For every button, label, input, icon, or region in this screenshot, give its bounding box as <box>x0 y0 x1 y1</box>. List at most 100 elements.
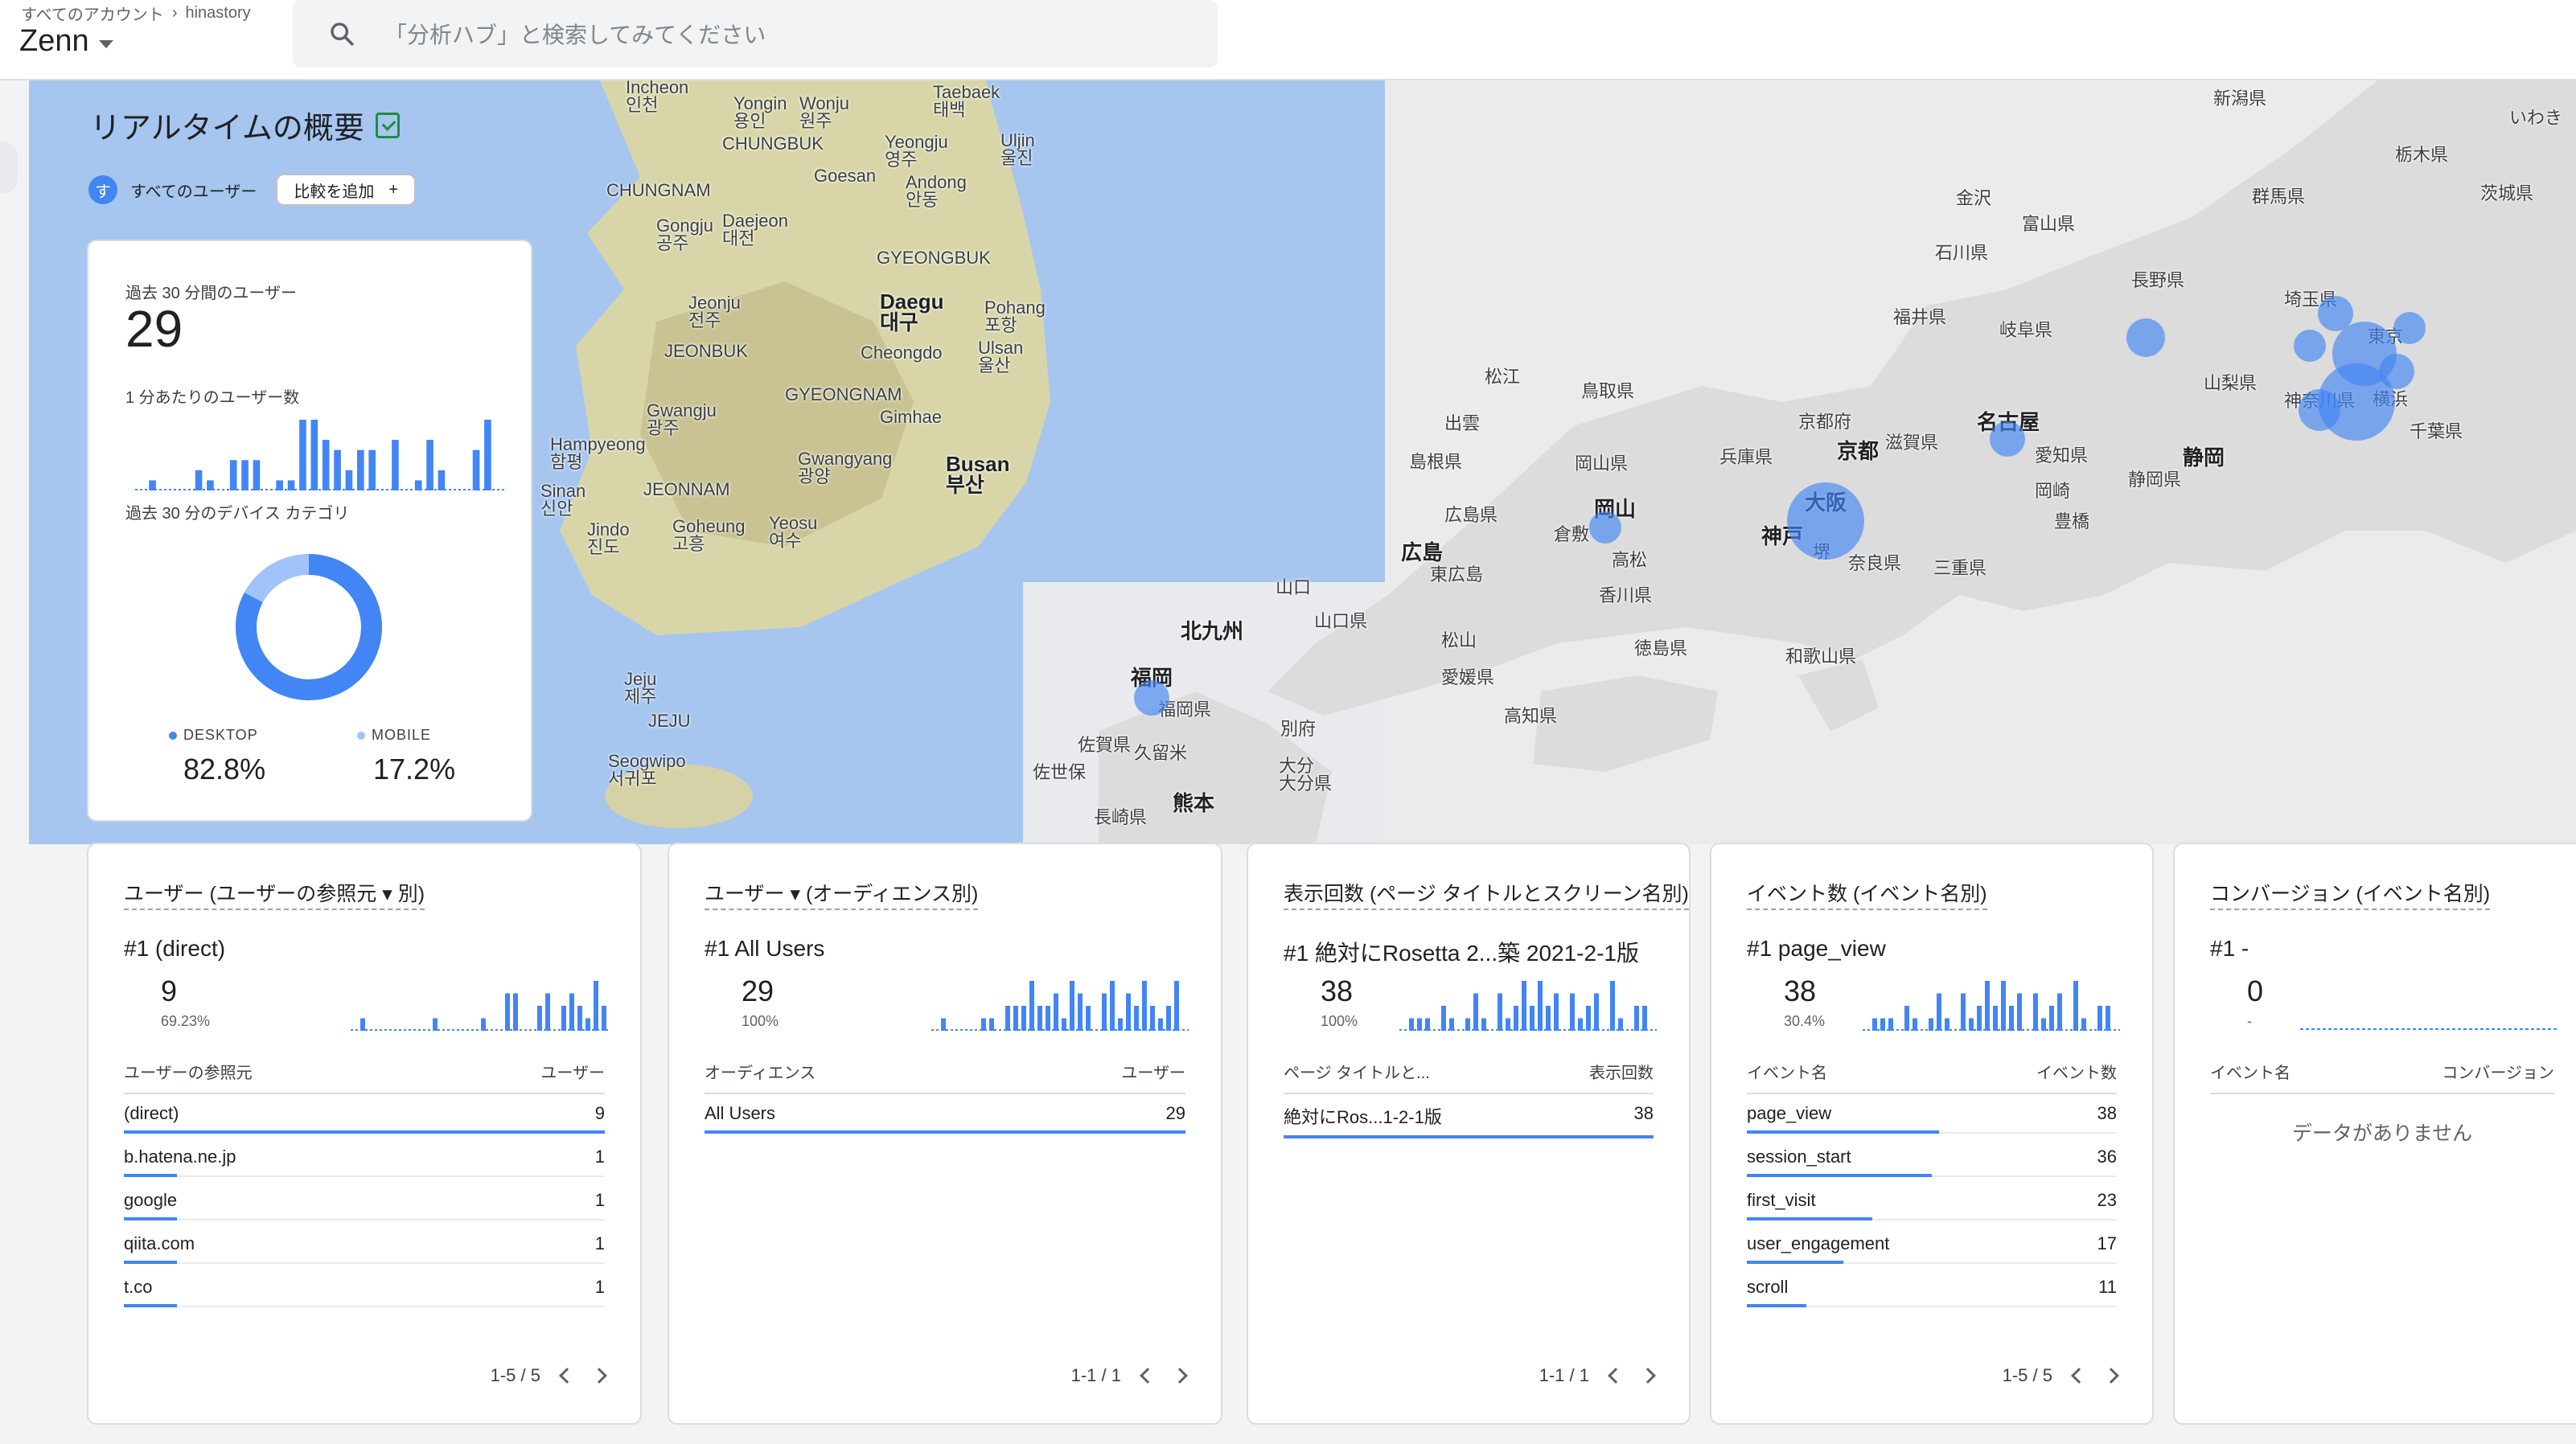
card-top-value: 29 <box>742 974 774 1007</box>
row-value: 29 <box>1165 1103 1185 1123</box>
map-place-label: Yeosu 여수 <box>769 513 818 551</box>
sparkline-bar <box>253 460 261 490</box>
sparkline-bar <box>1110 981 1115 1031</box>
table-row[interactable]: scroll 11 <box>1747 1277 2117 1307</box>
map-place-label: CHUNGNAM <box>606 180 711 200</box>
table-row[interactable]: first_visit 23 <box>1747 1190 2117 1220</box>
map-place-label: 山梨県 <box>2204 373 2258 393</box>
chevron-left-icon[interactable] <box>1140 1368 1156 1384</box>
table-row[interactable]: session_start 36 <box>1747 1147 2117 1177</box>
card-sparkline <box>351 981 608 1031</box>
page-title: リアルタイムの概要 <box>90 103 400 147</box>
map-place-label: Goesan <box>814 166 877 186</box>
card-top-value: 38 <box>1321 974 1354 1007</box>
row-share-bar <box>1747 1261 1843 1264</box>
table-row[interactable]: t.co 1 <box>124 1277 605 1307</box>
map-user-bubble[interactable] <box>2294 330 2326 362</box>
map-user-bubble[interactable] <box>1134 680 1169 716</box>
breadcrumb[interactable]: すべてのアカウント › hinastory <box>21 2 251 25</box>
sparkline-bar <box>149 480 156 490</box>
card-title[interactable]: イベント数 (イベント名別) <box>1747 878 1987 910</box>
sparkline-bar <box>1102 993 1107 1031</box>
map-place-label: 島根県 <box>1409 452 1463 472</box>
sparkline-bar <box>941 1018 946 1031</box>
card-title[interactable]: ユーザー ▾ (オーディエンス別) <box>705 878 979 910</box>
chevron-right-icon[interactable] <box>2103 1368 2119 1384</box>
map-place-label: Incheon 인천 <box>626 80 689 115</box>
table-row[interactable]: All Users 29 <box>705 1103 1185 1134</box>
map-place-label: Hampyeong 함평 <box>550 434 646 472</box>
map-place-label: 福井県 <box>1893 307 1947 327</box>
sparkline-bar <box>1498 993 1502 1031</box>
map-user-bubble[interactable] <box>2379 354 2414 389</box>
sparkline-bar <box>2033 993 2038 1031</box>
desktop-label: DESKTOP <box>183 727 258 743</box>
sparkline-bar <box>241 460 249 490</box>
sparkline-bar <box>1578 1018 1583 1031</box>
column-header-metric: イベント数 <box>2036 1065 2117 1082</box>
map-user-bubble[interactable] <box>1787 482 1864 560</box>
map-place-label: Wonju 원주 <box>799 93 849 131</box>
row-label: All Users <box>705 1103 776 1123</box>
sparkline-bar <box>1126 993 1131 1031</box>
card-table-header: ユーザーの参照元 ユーザー <box>124 1060 605 1094</box>
map-place-label: 北九州 <box>1181 619 1244 643</box>
table-row[interactable]: (direct) 9 <box>124 1103 605 1134</box>
breadcrumb-account[interactable]: すべてのアカウント <box>21 2 164 25</box>
sparkline-bar <box>1642 1006 1647 1031</box>
table-row[interactable]: 絶対にRos...1-2-1版 38 <box>1284 1103 1654 1138</box>
chevron-left-icon[interactable] <box>1608 1368 1624 1384</box>
map-user-bubble[interactable] <box>1990 421 2025 457</box>
table-row[interactable]: page_view 38 <box>1747 1103 2117 1134</box>
search-bar[interactable]: 「分析ハブ」と検索してみてください <box>293 0 1218 68</box>
segment-chip-all-users[interactable]: す すべてのユーザー <box>88 175 257 204</box>
map-user-bubble[interactable] <box>1589 511 1621 544</box>
chevron-right-icon[interactable] <box>1172 1368 1188 1384</box>
map-place-label: いわき <box>2509 108 2563 128</box>
table-row[interactable]: b.hatena.ne.jp 1 <box>124 1147 605 1177</box>
map-place-label: Gwangyang 광양 <box>798 449 893 486</box>
add-comparison-button[interactable]: 比較を追加 + <box>276 174 417 206</box>
chevron-left-icon[interactable] <box>559 1368 575 1384</box>
verified-check-icon[interactable] <box>375 112 400 138</box>
sparkline-bar <box>1546 1006 1551 1031</box>
card-top-percent: 100% <box>742 1013 779 1029</box>
sidebar-toggle[interactable] <box>0 142 18 193</box>
sparkline-bar <box>2097 1006 2102 1031</box>
legend-mobile: MOBILE <box>357 727 431 744</box>
sparkline-bar <box>310 420 318 490</box>
chevron-right-icon[interactable] <box>591 1368 607 1384</box>
chevron-right-icon[interactable] <box>1640 1368 1656 1384</box>
card-top-item: #1 (direct) <box>124 936 226 961</box>
sparkline-bar <box>1880 1018 1885 1031</box>
map-place-label: 千葉県 <box>2410 421 2463 441</box>
breadcrumb-property[interactable]: hinastory <box>185 4 250 23</box>
sparkline-bar <box>1522 981 1526 1031</box>
search-icon <box>331 23 354 46</box>
map-place-label: 栃木県 <box>2395 145 2449 165</box>
map-place-label: Daegu 대구 <box>880 289 944 334</box>
map-user-bubble[interactable] <box>2126 318 2165 357</box>
chevron-left-icon[interactable] <box>2071 1368 2087 1384</box>
property-selector[interactable]: Zenn <box>19 24 113 59</box>
card-top-percent: 69.23% <box>161 1013 211 1029</box>
row-share-bar <box>124 1304 177 1307</box>
map-user-bubble[interactable] <box>2393 312 2426 344</box>
column-header-dimension: ページ タイトルと... <box>1284 1065 1430 1082</box>
metric-card: ユーザー ▾ (オーディエンス別) #1 All Users 29 100% オーディエ… <box>668 843 1222 1425</box>
sparkline-bar <box>2001 981 2006 1031</box>
pagination: 1-5 / 5 <box>491 1365 607 1386</box>
sparkline-bar <box>2009 1006 2014 1031</box>
card-title[interactable]: 表示回数 (ページ タイトルとスクリーン名別) <box>1284 878 1689 910</box>
table-row[interactable]: qiita.com 1 <box>124 1233 605 1264</box>
sparkline-bar <box>1449 1018 1454 1031</box>
table-row[interactable]: google 1 <box>124 1190 605 1220</box>
map-user-bubble[interactable] <box>2299 389 2340 431</box>
sparkline-bar <box>1029 981 1034 1031</box>
card-title[interactable]: コンバージョン (イベント名別) <box>2210 878 2491 910</box>
table-row[interactable]: user_engagement 17 <box>1747 1233 2117 1264</box>
card-title[interactable]: ユーザー (ユーザーの参照元 ▾ 別) <box>124 878 425 910</box>
column-header-metric: ユーザー <box>540 1065 605 1082</box>
card-table-header: イベント名 コンバージョン <box>2210 1060 2554 1094</box>
map-place-label: 奈良県 <box>1848 553 1902 573</box>
